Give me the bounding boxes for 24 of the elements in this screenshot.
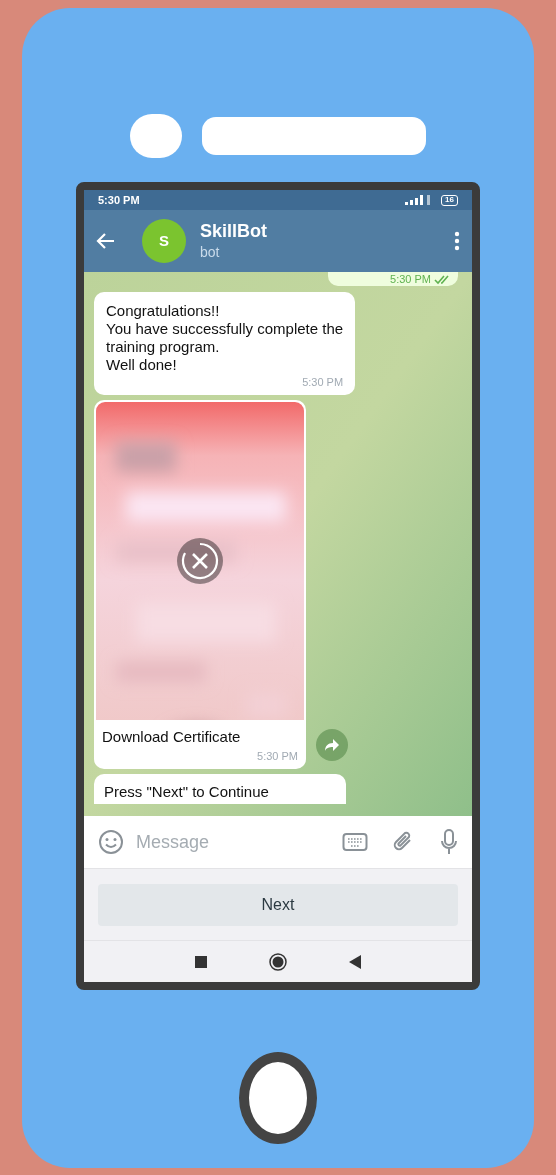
bot-keyboard-button[interactable]: Next <box>98 883 458 926</box>
message-text: Congratulations!! You have successfully complete the training program. Well done! <box>106 302 344 374</box>
chat-title: SkillBot <box>200 219 268 242</box>
photo-caption: Download Certificate <box>101 726 242 747</box>
back-arrow-icon[interactable] <box>96 231 116 251</box>
more-menu-icon[interactable] <box>454 231 460 251</box>
double-check-icon <box>434 275 450 285</box>
message-time: 5:30 PM <box>302 375 344 390</box>
cancel-download-icon[interactable] <box>177 537 223 584</box>
status-time: 5:30 PM <box>98 192 140 208</box>
back-triangle-icon[interactable] <box>349 954 361 969</box>
recents-square-icon[interactable] <box>195 955 207 968</box>
keyboard-icon[interactable] <box>342 832 368 852</box>
microphone-icon[interactable] <box>440 829 458 855</box>
home-circle-icon[interactable] <box>269 952 287 971</box>
chat-subtitle: bot <box>200 242 221 262</box>
message-time: 5:30 PM <box>390 274 431 285</box>
emoji-icon[interactable] <box>98 829 124 855</box>
share-button[interactable] <box>316 728 348 761</box>
battery-icon: 16 <box>441 194 458 206</box>
message-input[interactable]: Message <box>136 828 342 856</box>
forward-arrow-icon <box>324 737 340 752</box>
message-text: Press "Next" to Continue <box>104 782 269 800</box>
message-time: 5:30 PM <box>257 749 299 764</box>
